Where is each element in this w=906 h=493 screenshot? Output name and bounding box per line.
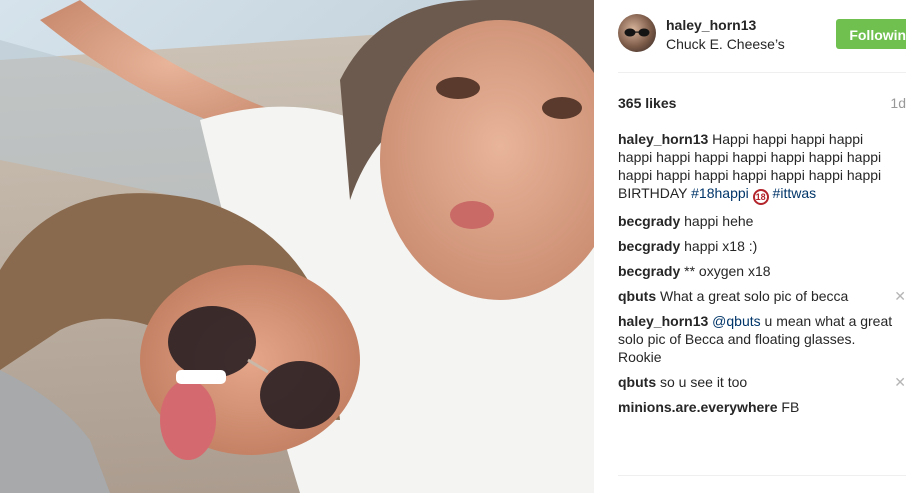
comment-item: minions.are.everywhere FB xyxy=(618,398,906,416)
comment-text: so u see it too xyxy=(660,374,748,390)
age-18-emoji-icon: 18 xyxy=(752,189,769,205)
selfie-illustration xyxy=(0,0,594,493)
comment-item: haley_horn13 @qbuts u mean what a great … xyxy=(618,312,906,366)
comment-username[interactable]: becgrady xyxy=(618,263,680,279)
post-author-username[interactable]: haley_horn13 xyxy=(666,17,756,33)
mention-link[interactable]: @qbuts xyxy=(712,313,760,329)
caption-username[interactable]: haley_horn13 xyxy=(618,131,708,147)
comments-list: haley_horn13 Happi happi happi happi hap… xyxy=(618,130,906,423)
comment-username[interactable]: becgrady xyxy=(618,213,680,229)
comment-item: becgrady happi hehe xyxy=(618,212,906,230)
comment-item: becgrady ** oxygen x18 xyxy=(618,262,906,280)
comment-username[interactable]: minions.are.everywhere xyxy=(618,399,778,415)
hashtag-link[interactable]: #18happi xyxy=(691,185,749,201)
comment-text: FB xyxy=(781,399,800,415)
post-modal: haley_horn13 Chuck E. Cheese’s Following… xyxy=(0,0,906,493)
hashtag-link[interactable]: #ittwas xyxy=(773,185,817,201)
following-button[interactable]: Following xyxy=(836,19,906,49)
comment-username[interactable]: haley_horn13 xyxy=(618,313,708,329)
comment-item: qbuts What a great solo pic of becca ✕ xyxy=(618,287,906,305)
post-header: haley_horn13 Chuck E. Cheese’s Following xyxy=(618,14,906,54)
comment-item: qbuts so u see it too ✕ xyxy=(618,373,906,391)
header-divider xyxy=(618,72,906,73)
sunglasses-icon xyxy=(624,28,650,37)
comment-text: ** oxygen x18 xyxy=(684,263,771,279)
post-location[interactable]: Chuck E. Cheese’s xyxy=(666,36,785,52)
comment-username[interactable]: qbuts xyxy=(618,374,656,390)
avatar[interactable] xyxy=(618,14,656,52)
post-sidebar: haley_horn13 Chuck E. Cheese’s Following… xyxy=(594,0,906,493)
comment-username[interactable]: qbuts xyxy=(618,288,656,304)
caption: haley_horn13 Happi happi happi happi hap… xyxy=(618,130,906,205)
post-timestamp[interactable]: 1d xyxy=(890,95,906,111)
delete-comment-icon[interactable]: ✕ xyxy=(894,373,906,391)
comment-text: happi hehe xyxy=(684,213,754,229)
post-photo[interactable] xyxy=(0,0,594,493)
footer-divider xyxy=(618,475,906,476)
comment-text: happi x18 :) xyxy=(684,238,758,254)
comment-text: What a great solo pic of becca xyxy=(660,288,849,304)
likes-count[interactable]: 365 likes xyxy=(618,95,676,111)
delete-comment-icon[interactable]: ✕ xyxy=(894,287,906,305)
comment-username[interactable]: becgrady xyxy=(618,238,680,254)
comment-item: becgrady happi x18 :) xyxy=(618,237,906,255)
